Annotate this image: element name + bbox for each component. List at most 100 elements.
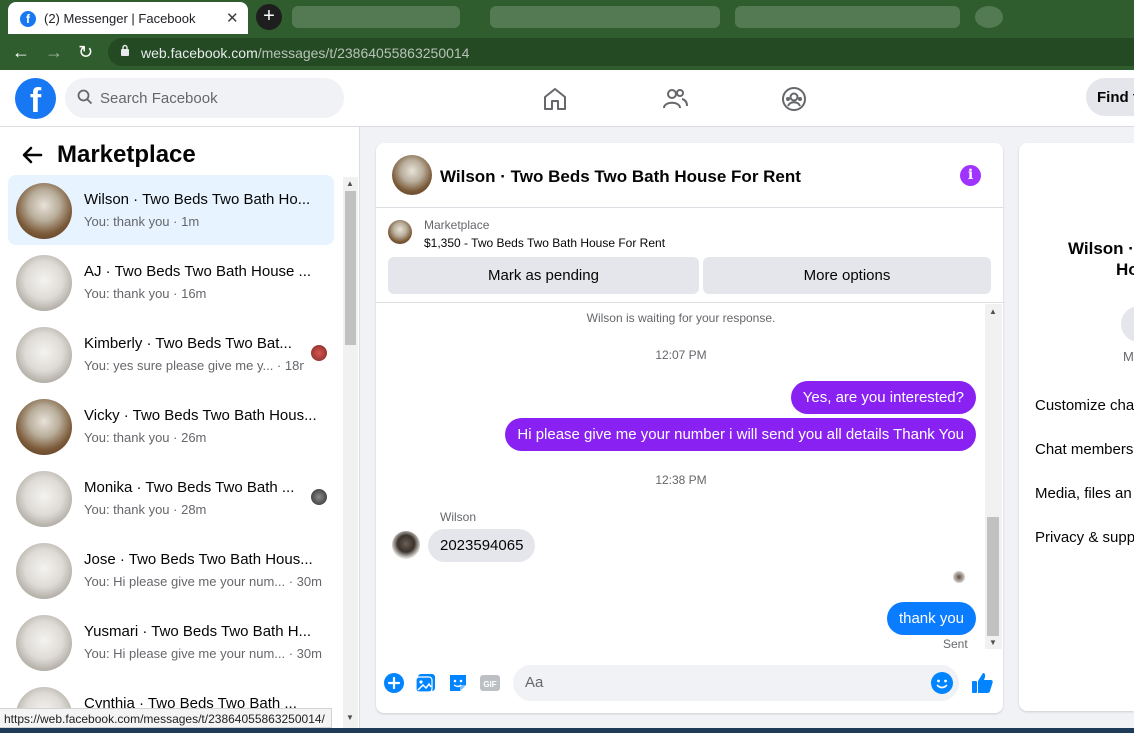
friends-icon[interactable] [662, 86, 688, 112]
conversation-name: Wilson · Two Beds Two Bath Ho... [84, 191, 311, 208]
back-arrow-icon[interactable] [21, 144, 43, 166]
scroll-up-icon[interactable]: ▲ [346, 179, 354, 188]
chat-members-option[interactable]: Chat members [1035, 441, 1133, 458]
message-bubble-out[interactable]: Hi please give me your number i will sen… [505, 418, 976, 451]
background-tab[interactable] [975, 6, 1003, 28]
media-files-option[interactable]: Media, files an [1035, 485, 1132, 502]
url-field[interactable]: web.facebook.com/messages/t/238640558632… [108, 38, 1134, 66]
conversation-name: Monika · Two Beds Two Bath ... [84, 479, 295, 496]
groups-icon[interactable] [781, 86, 807, 112]
details-name-line2: Ho [1116, 260, 1134, 279]
marketplace-sidebar: Marketplace Wilson · Two Beds Two Bath H… [0, 127, 360, 733]
timestamp: 12:38 PM [655, 473, 707, 487]
background-tab[interactable] [292, 6, 460, 28]
avatar [16, 615, 72, 671]
background-tab[interactable] [490, 6, 720, 28]
privacy-support-option[interactable]: Privacy & supp [1035, 529, 1134, 546]
home-icon[interactable] [542, 86, 568, 112]
lock-icon [121, 44, 129, 56]
info-icon[interactable]: i [960, 165, 981, 186]
conversation-preview: You: thank you · 16m [84, 286, 207, 301]
conversation-item[interactable]: Wilson · Two Beds Two Bath Ho... You: th… [8, 175, 334, 245]
forward-arrow-icon[interactable]: → [45, 42, 63, 63]
avatar [16, 471, 72, 527]
search-icon [77, 89, 93, 105]
seen-avatar [311, 345, 327, 361]
search-facebook-input[interactable]: Search Facebook [65, 78, 344, 118]
conversation-name: Vicky · Two Beds Two Bath Hous... [84, 407, 317, 424]
conversation-item[interactable]: Vicky · Two Beds Two Bath Hous... You: t… [8, 391, 334, 461]
conversation-preview: You: yes sure please give me y... · 18m [84, 358, 304, 373]
background-tab[interactable] [735, 6, 960, 28]
chat-header: Wilson · Two Beds Two Bath House For Ren… [376, 143, 1003, 208]
conversation-preview: You: thank you · 1m [84, 214, 200, 229]
chat-panel: Wilson · Two Beds Two Bath House For Ren… [376, 143, 1003, 713]
find-friends-button[interactable]: Find f [1086, 78, 1134, 116]
conversation-item[interactable]: Monika · Two Beds Two Bath ... You: than… [8, 463, 334, 533]
waiting-notice: Wilson is waiting for your response. [586, 311, 776, 325]
tab-messenger[interactable]: f (2) Messenger | Facebook ✕ [8, 2, 248, 34]
sticker-icon[interactable] [447, 672, 469, 694]
avatar [16, 327, 72, 383]
message-bubble-in[interactable]: 2023594065 [428, 529, 536, 562]
back-arrow-icon[interactable]: ← [12, 42, 30, 63]
reload-icon[interactable]: ↻ [78, 42, 93, 63]
conversation-name: Yusmari · Two Beds Two Bath H... [84, 623, 312, 640]
details-name: Wilson · [1068, 239, 1134, 258]
svg-text:GIF: GIF [483, 680, 496, 689]
marketplace-label: Marketplace [424, 218, 490, 232]
chat-title[interactable]: Wilson · Two Beds Two Bath House For Ren… [440, 167, 801, 187]
address-bar: ← → ↻ web.facebook.com/messages/t/238640… [0, 34, 1134, 70]
avatar [16, 543, 72, 599]
browser-tab-bar: f (2) Messenger | Facebook ✕ + [0, 0, 1134, 34]
gif-icon[interactable]: GIF [479, 672, 501, 694]
find-friends-label: Find f [1097, 89, 1134, 106]
more-options-button[interactable]: More options [703, 257, 991, 294]
listing-price-title[interactable]: $1,350 - Two Beds Two Bath House For Ren… [424, 236, 665, 250]
new-tab-button[interactable]: + [256, 4, 282, 30]
close-tab-icon[interactable]: ✕ [226, 9, 239, 27]
conversation-preview: You: Hi please give me your num... · 30m [84, 646, 322, 661]
url-path: /messages/t/23864055863250014 [257, 45, 470, 61]
conversation-item[interactable]: AJ · Two Beds Two Bath House ... You: th… [8, 247, 334, 317]
url-host: web.facebook.com [141, 45, 258, 61]
customize-chat-option[interactable]: Customize cha [1035, 397, 1134, 414]
scroll-down-icon[interactable]: ▼ [346, 713, 354, 722]
sender-name: Wilson [440, 510, 477, 524]
sidebar-title: Marketplace [57, 141, 196, 168]
mark-as-pending-button[interactable]: Mark as pending [388, 257, 699, 294]
conversation-preview: You: Hi please give me your num... · 30m [84, 574, 322, 589]
os-taskbar [0, 728, 1134, 733]
avatar[interactable] [392, 155, 432, 195]
scrollbar-thumb[interactable] [987, 517, 999, 636]
conversation-preview: You: thank you · 28m [84, 502, 207, 517]
profile-action-icon[interactable] [1121, 306, 1134, 342]
listing-thumbnail[interactable] [388, 220, 412, 244]
seen-avatar [311, 489, 327, 505]
scroll-down-icon[interactable]: ▼ [989, 638, 997, 647]
avatar [16, 399, 72, 455]
status-bar-url: https://web.facebook.com/messages/t/2386… [0, 708, 332, 728]
message-input[interactable]: Aa [513, 665, 959, 701]
photo-icon[interactable] [415, 672, 437, 694]
scroll-up-icon[interactable]: ▲ [989, 307, 997, 316]
add-plus-icon[interactable] [383, 672, 405, 694]
message-bubble-out[interactable]: thank you [886, 602, 976, 635]
profile-action-label: M [1123, 349, 1134, 364]
sidebar-scrollbar[interactable]: ▲ ▼ [343, 177, 358, 733]
avatar[interactable] [392, 531, 420, 559]
conversation-item[interactable]: Yusmari · Two Beds Two Bath H... You: Hi… [8, 607, 334, 677]
thumbs-up-icon[interactable] [970, 671, 994, 695]
message-input-placeholder: Aa [525, 674, 544, 691]
facebook-logo-icon[interactable]: f [15, 78, 56, 119]
status-url-text: https://web.facebook.com/messages/t/2386… [4, 712, 325, 726]
scrollbar-thumb[interactable] [345, 191, 356, 345]
conversation-item[interactable]: Jose · Two Beds Two Bath Hous... You: Hi… [8, 535, 334, 605]
conversation-item[interactable]: Kimberly · Two Beds Two Bat... You: yes … [8, 319, 334, 389]
conversation-name: AJ · Two Beds Two Bath House ... [84, 263, 312, 280]
conversation-preview: You: thank you · 26m [84, 430, 207, 445]
chat-scrollbar[interactable]: ▲ ▼ [985, 304, 1002, 649]
emoji-icon[interactable] [931, 672, 953, 694]
facebook-header: f Search Facebook Find f [0, 70, 1134, 127]
message-bubble-out[interactable]: Yes, are you interested? [790, 381, 976, 414]
